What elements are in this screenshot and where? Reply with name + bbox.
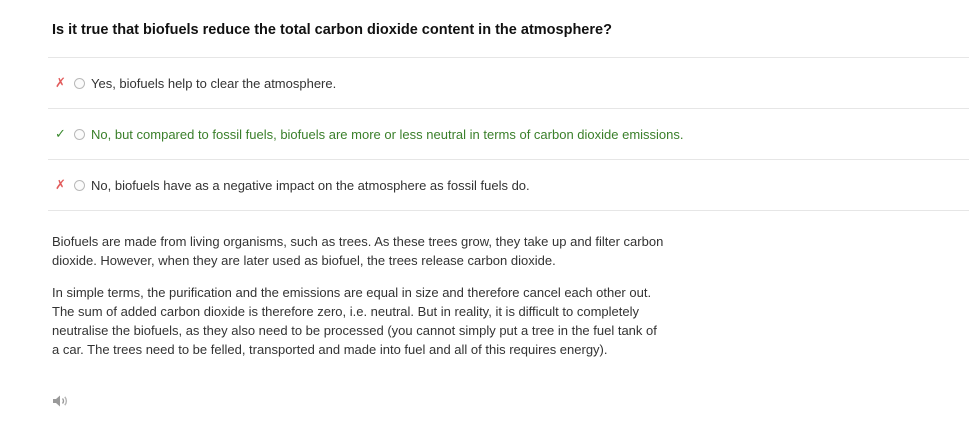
- answer-option-2[interactable]: ✓ No, but compared to fossil fuels, biof…: [48, 109, 969, 159]
- incorrect-icon: ✗: [55, 177, 66, 192]
- answer-option-1[interactable]: ✗ Yes, biofuels help to clear the atmosp…: [48, 58, 969, 108]
- answer-option-label: No, biofuels have as a negative impact o…: [91, 177, 530, 193]
- correct-icon: ✓: [55, 126, 66, 141]
- incorrect-icon: ✗: [55, 75, 66, 90]
- answer-options: ✗ Yes, biofuels help to clear the atmosp…: [48, 57, 969, 211]
- question-title: Is it true that biofuels reduce the tota…: [52, 22, 612, 38]
- speaker-icon[interactable]: [52, 394, 70, 408]
- radio-button[interactable]: [74, 128, 85, 140]
- explanation-paragraph: In simple terms, the purification and th…: [52, 285, 657, 357]
- explanation-paragraph: Biofuels are made from living organisms,…: [52, 234, 664, 268]
- explanation: Biofuels are made from living organisms,…: [52, 232, 667, 372]
- radio-button[interactable]: [74, 179, 85, 191]
- divider: [48, 210, 969, 211]
- answer-option-label: Yes, biofuels help to clear the atmosphe…: [91, 75, 337, 91]
- answer-option-3[interactable]: ✗ No, biofuels have as a negative impact…: [48, 160, 969, 210]
- answer-option-label: No, but compared to fossil fuels, biofue…: [91, 126, 684, 142]
- radio-button[interactable]: [74, 77, 85, 89]
